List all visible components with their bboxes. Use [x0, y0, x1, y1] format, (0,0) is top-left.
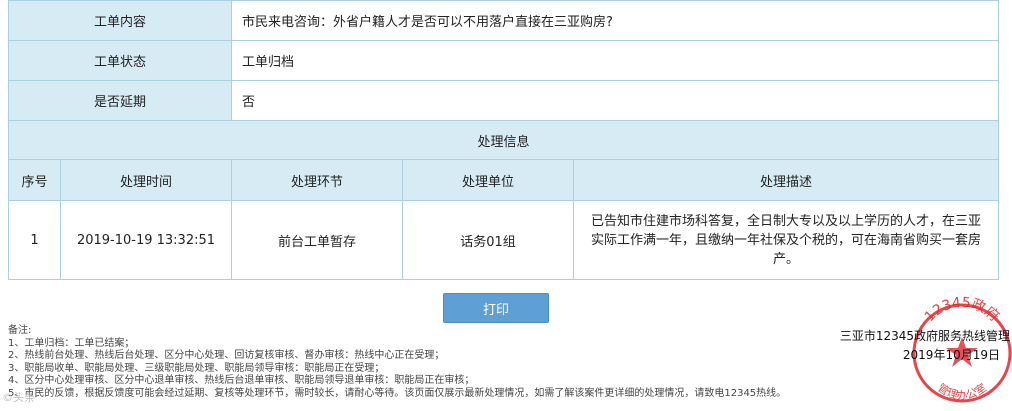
stamp-top-text: 12345政府: [922, 295, 1002, 325]
extension-value: 否: [230, 80, 1000, 121]
note-line: 4、区分中心处理审核、区分中心退单审核、热线后台退单审核、职能局领导退单审核：职…: [8, 375, 475, 386]
status-label: 工单状态: [8, 40, 232, 81]
note-line: 2、热线前台处理、热线后台处理、区分中心处理、回访复核审核、督办审核：热线中心正…: [8, 350, 445, 361]
extension-row: 是否延期 否: [8, 80, 1000, 121]
extension-label: 是否延期: [8, 80, 232, 121]
content-row: 工单内容 市民来电咨询：外省户籍人才是否可以不用落户直接在三亚购房?: [8, 0, 1000, 41]
header-unit: 处理单位: [402, 159, 574, 201]
row-index: 1: [8, 200, 61, 280]
processing-section-title: 处理信息: [7, 120, 1000, 160]
processing-header-row: 序号 处理时间 处理环节 处理单位 处理描述: [8, 159, 1000, 201]
signature-org: 三亚市12345政府服务热线管理: [839, 329, 1010, 343]
signature-date: 2019年10月19日: [902, 348, 1000, 362]
row-time: 2019-10-19 13:32:51: [60, 200, 232, 280]
header-time: 处理时间: [60, 159, 232, 201]
content-value: 市民来电咨询：外省户籍人才是否可以不用落户直接在三亚购房?: [230, 0, 1000, 41]
header-stage: 处理环节: [231, 159, 403, 201]
row-stage: 前台工单暂存: [231, 200, 403, 280]
content-label: 工单内容: [8, 0, 232, 41]
note-line: 3、职能局收单、职能局处理、三级职能局处理、职能局领导审核：职能局正在受理；: [8, 362, 385, 374]
processing-section-row: 处理信息: [7, 120, 1000, 160]
note-line: 1、工单归档：工单已结案；: [8, 337, 135, 349]
status-row: 工单状态 工单归档: [8, 40, 1000, 81]
work-order-table: 工单内容 市民来电咨询：外省户籍人才是否可以不用落户直接在三亚购房? 工单状态 …: [7, 0, 1000, 280]
notes-title: 备注:: [8, 325, 32, 336]
header-description: 处理描述: [572, 159, 1000, 201]
notes-section: 备注: 1、工单归档：工单已结案； 2、热线前台处理、热线后台处理、区分中心处理…: [8, 325, 786, 400]
print-button[interactable]: 打印: [443, 293, 549, 323]
row-description: 已告知市住建市场科答复，全日制大专以及以上学历的人才，在三亚实际工作满一年，且缴…: [572, 200, 1000, 280]
status-value: 工单归档: [230, 40, 1000, 81]
table-row: 1 2019-10-19 13:32:51 前台工单暂存 话务01组 已告知市住…: [8, 200, 1000, 280]
row-unit: 话务01组: [402, 200, 574, 280]
note-line: 5、市民的反馈，根据反馈度可能会经过延期、复核等处理环节，需时较长，请耐心等待。…: [8, 387, 787, 399]
header-index: 序号: [8, 159, 61, 201]
svg-text:12345政府: 12345政府: [922, 295, 1002, 325]
watermark: ©头条: [2, 391, 35, 404]
